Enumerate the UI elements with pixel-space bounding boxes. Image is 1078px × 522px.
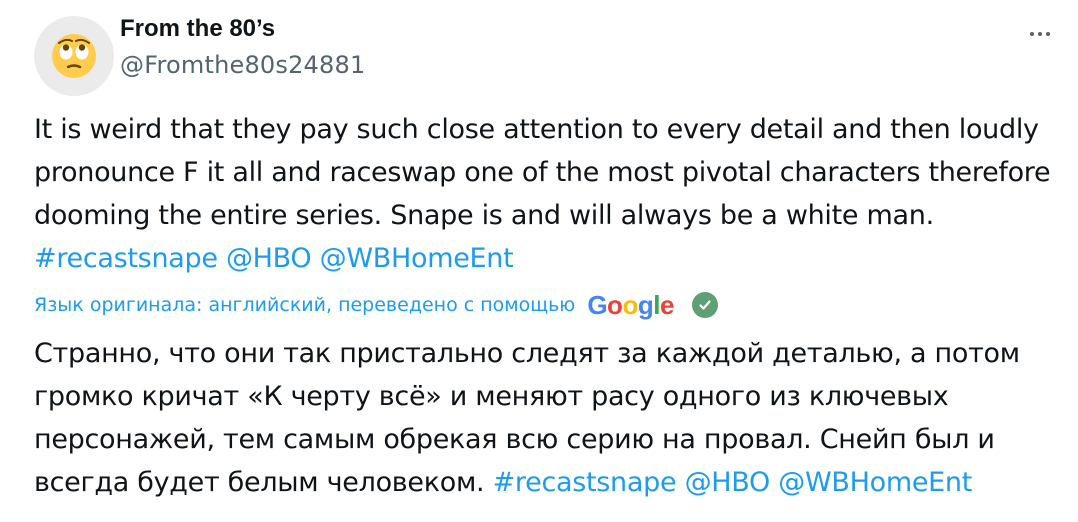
mention-link[interactable]: @HBO [685,467,771,498]
translation-notice-text: Язык оригинала: английский, переведено с… [34,294,576,316]
more-horizontal-icon[interactable] [1022,24,1058,44]
tweet-text: It is weird that they pay such close att… [34,108,1054,280]
mention-link[interactable]: @WBHomeEnt [778,467,972,498]
hashtag-link[interactable]: #recastsnape [493,467,677,498]
tweet-text-plain: It is weird that they pay such close att… [34,114,1051,231]
mention-link[interactable]: @HBO [226,243,312,274]
translation-notice[interactable]: Язык оригинала: английский, переведено с… [34,288,718,322]
google-logo: Google [587,289,674,320]
avatar[interactable] [34,16,114,96]
mention-link[interactable]: @WBHomeEnt [320,243,514,274]
tweet-card: From the 80’s @Fromthe80s24881 It is wei… [0,0,1078,522]
author-display-name[interactable]: From the 80’s [120,12,365,46]
author-handle[interactable]: @Fromthe80s24881 [120,48,365,82]
check-circle-icon [691,292,718,318]
author-names: From the 80’s @Fromthe80s24881 [120,12,365,82]
face-with-rolling-eyes-emoji-icon [52,34,96,78]
hashtag-link[interactable]: #recastsnape [34,243,218,274]
tweet-header: From the 80’s @Fromthe80s24881 [34,12,1058,96]
translated-text: Странно, что они так пристально следят з… [34,332,1054,504]
